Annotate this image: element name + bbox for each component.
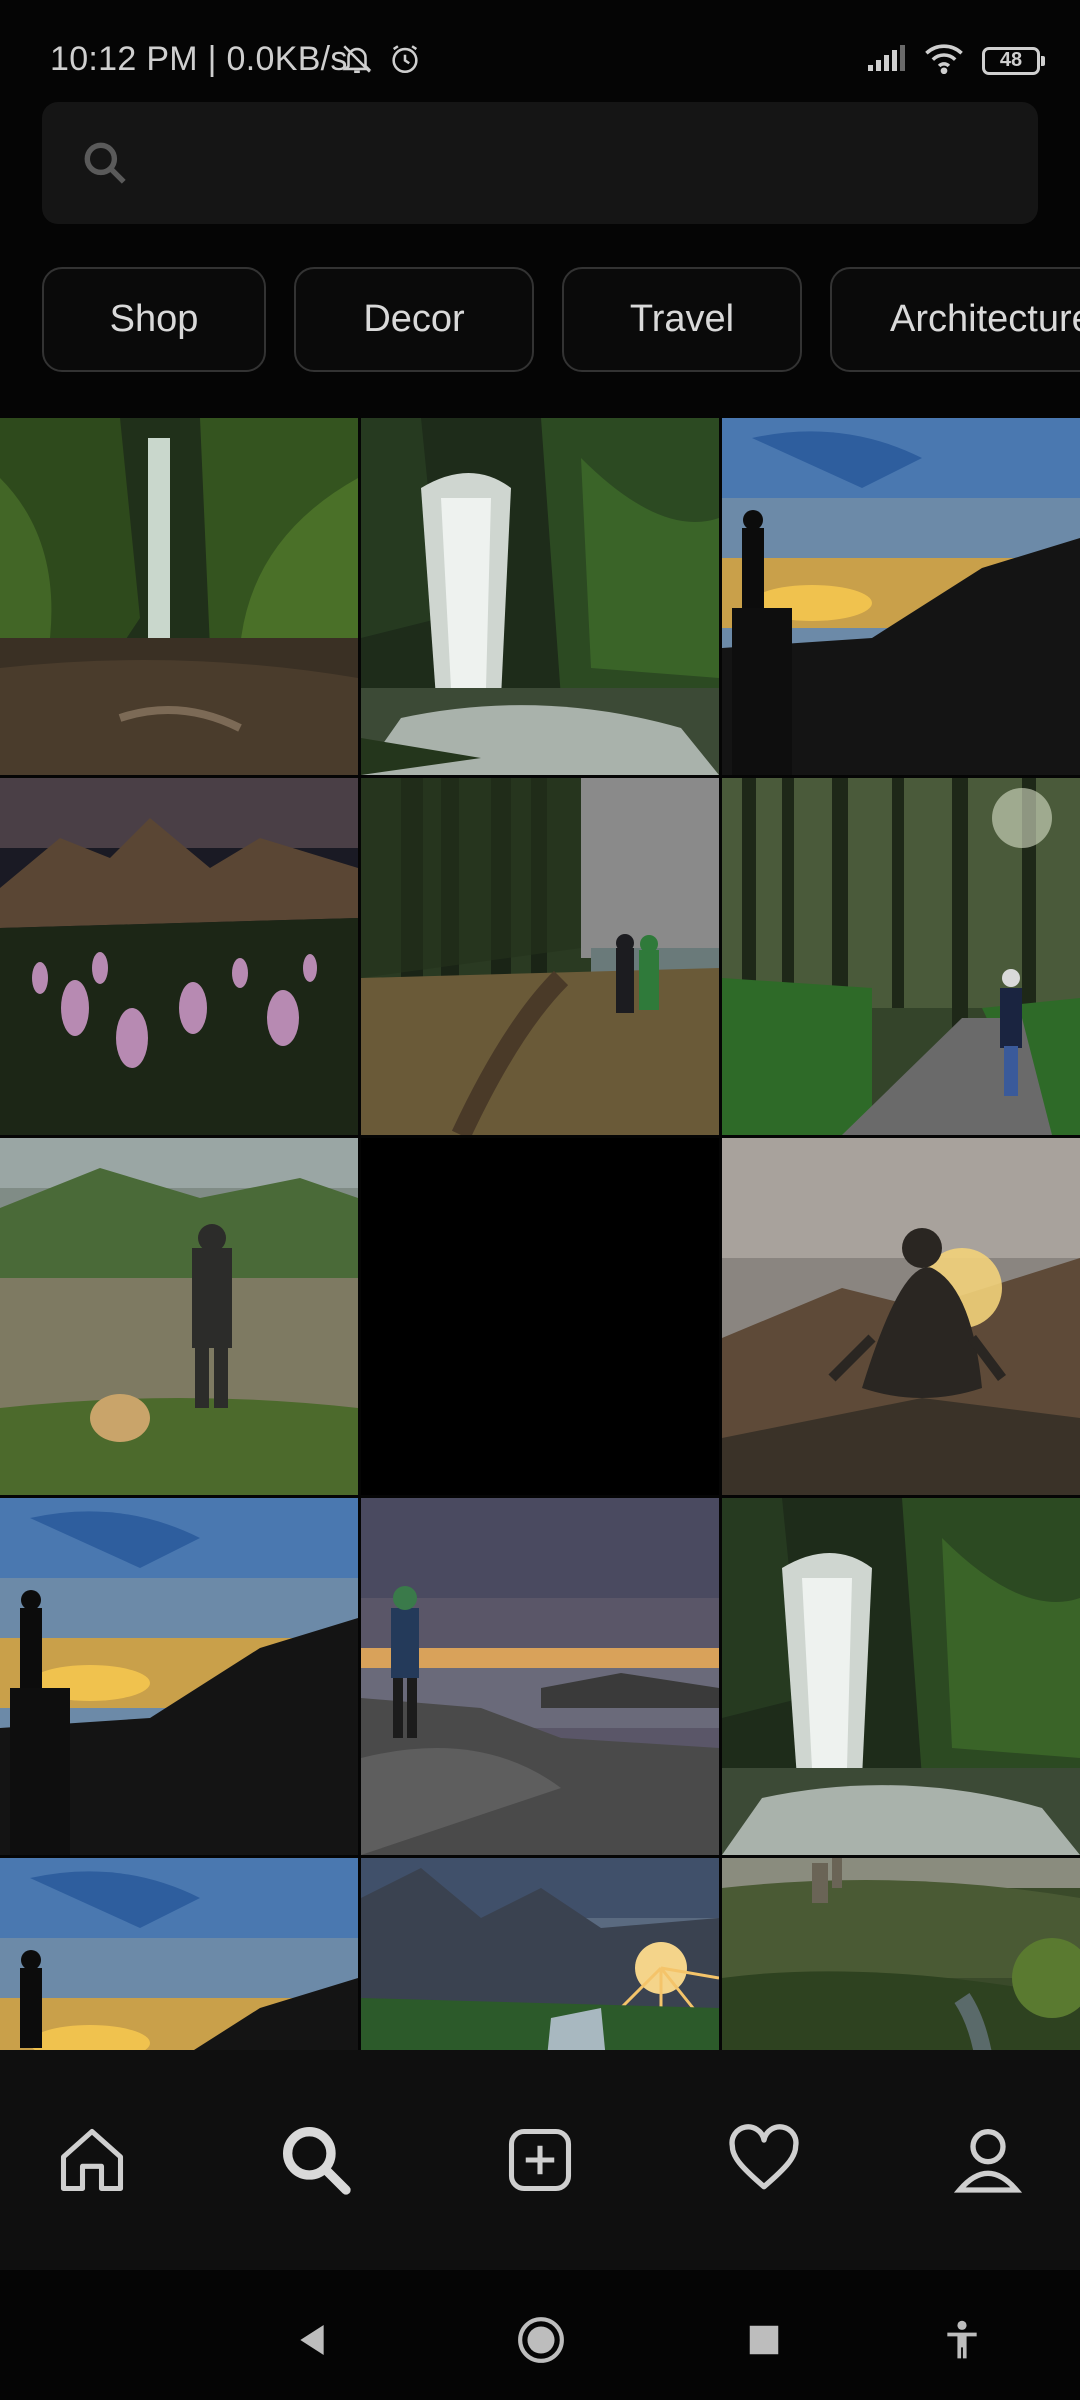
grid-photo[interactable] xyxy=(722,1138,1080,1495)
search-input[interactable] xyxy=(152,132,1006,194)
profile-icon[interactable] xyxy=(938,2110,1038,2210)
signal-icon xyxy=(866,43,906,78)
add-post-icon[interactable] xyxy=(490,2110,590,2210)
grid-photo[interactable] xyxy=(722,1858,1080,2050)
bottom-navigation xyxy=(0,2050,1080,2270)
accessibility-icon[interactable] xyxy=(932,2310,992,2370)
mute-bell-icon xyxy=(340,42,374,81)
status-bar: 10:12 PM | 0.0KB/s 48 xyxy=(0,0,1080,100)
grid-photo[interactable] xyxy=(361,778,719,1135)
grid-photo[interactable] xyxy=(0,778,358,1135)
alarm-icon xyxy=(388,42,422,81)
battery-level: 48 xyxy=(999,49,1023,71)
wifi-icon xyxy=(924,42,964,79)
status-time-speed: 10:12 PM | 0.0KB/s xyxy=(50,40,348,78)
grid-photo[interactable] xyxy=(722,778,1080,1135)
search-icon xyxy=(80,138,130,193)
grid-photo-placeholder[interactable] xyxy=(361,1138,719,1495)
chip-travel[interactable]: Travel xyxy=(562,267,802,372)
grid-photo[interactable] xyxy=(0,1138,358,1495)
home-circle-icon[interactable] xyxy=(511,2310,571,2370)
chip-shop[interactable]: Shop xyxy=(42,267,266,372)
recents-icon[interactable] xyxy=(734,2310,794,2370)
heart-icon[interactable] xyxy=(714,2110,814,2210)
grid-photo[interactable] xyxy=(361,1498,719,1855)
grid-photo[interactable] xyxy=(361,418,719,775)
grid-photo[interactable] xyxy=(0,418,358,775)
grid-photo[interactable] xyxy=(722,1498,1080,1855)
explore-grid xyxy=(0,418,1080,2050)
chip-architecture[interactable]: Architecture xyxy=(830,267,1080,372)
back-icon[interactable] xyxy=(282,2310,342,2370)
grid-photo[interactable] xyxy=(722,418,1080,775)
search-icon[interactable] xyxy=(266,2110,366,2210)
grid-photo[interactable] xyxy=(361,1858,719,2050)
system-navigation-bar xyxy=(0,2270,1080,2400)
chip-decor[interactable]: Decor xyxy=(294,267,534,372)
category-chips: Shop Decor Travel Architecture xyxy=(42,267,1080,376)
grid-photo[interactable] xyxy=(0,1858,358,2050)
battery-icon: 48 xyxy=(982,46,1045,75)
grid-photo[interactable] xyxy=(0,1498,358,1855)
search-bar[interactable] xyxy=(42,102,1038,224)
home-icon[interactable] xyxy=(42,2110,142,2210)
